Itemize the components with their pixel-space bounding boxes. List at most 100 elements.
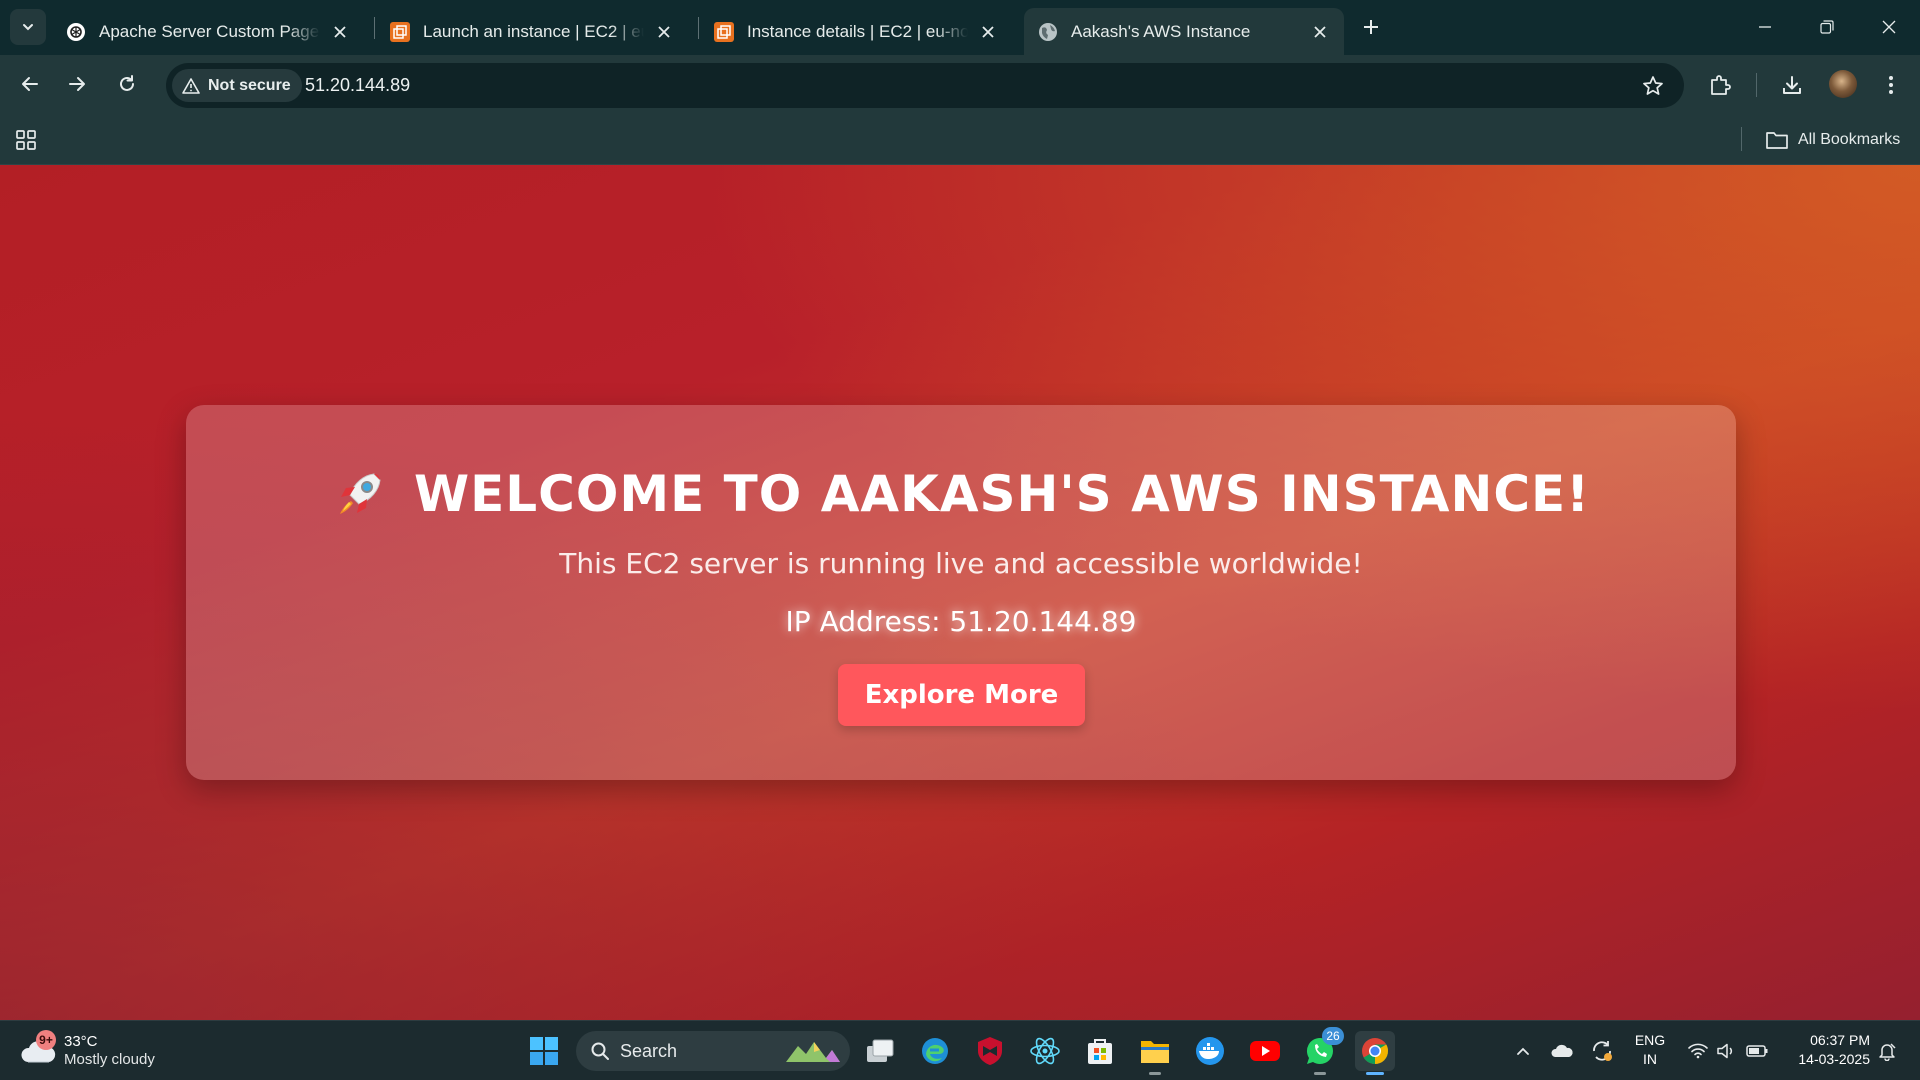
weather-text: 33°C Mostly cloudy bbox=[64, 1033, 155, 1069]
arrow-left-icon bbox=[22, 77, 38, 91]
search-highlight-icon bbox=[786, 1042, 840, 1062]
tab-title: Apache Server Custom Page bbox=[99, 21, 320, 41]
browser-toolbar: Not secure 51.20.144.89 bbox=[0, 55, 1920, 115]
chevron-down-icon bbox=[23, 24, 33, 31]
store-button[interactable] bbox=[1080, 1031, 1120, 1071]
globe-icon bbox=[1038, 22, 1058, 42]
whatsapp-notification-badge: 26 bbox=[1322, 1027, 1344, 1045]
minimize-button[interactable] bbox=[1735, 0, 1795, 54]
weather-condition: Mostly cloudy bbox=[64, 1051, 155, 1068]
mcafee-button[interactable] bbox=[970, 1031, 1010, 1071]
taskbar-search[interactable]: Search bbox=[576, 1031, 850, 1071]
wifi-status[interactable] bbox=[1684, 1021, 1712, 1080]
all-bookmarks-button[interactable]: All Bookmarks bbox=[1765, 127, 1900, 153]
star-icon bbox=[1643, 76, 1663, 95]
extensions-button[interactable] bbox=[1701, 66, 1739, 104]
edge-button[interactable] bbox=[915, 1031, 955, 1071]
forward-button[interactable] bbox=[58, 65, 96, 103]
profile-avatar[interactable] bbox=[1829, 70, 1857, 98]
react-icon bbox=[1030, 1037, 1060, 1065]
file-explorer-icon bbox=[1141, 1041, 1169, 1063]
close-window-button[interactable] bbox=[1859, 0, 1919, 54]
reload-icon bbox=[120, 75, 134, 91]
tab-title: Instance details | EC2 | eu-north-1 bbox=[747, 21, 968, 41]
task-view-icon bbox=[867, 1039, 894, 1062]
tab-title: Aakash's AWS Instance bbox=[1071, 21, 1251, 41]
mcafee-icon bbox=[978, 1037, 1002, 1065]
tab-launch-instance[interactable]: Launch an instance | EC2 | eu-north-1 bbox=[376, 8, 688, 55]
explore-more-button[interactable]: Explore More bbox=[838, 664, 1085, 726]
search-label: Search bbox=[620, 1040, 678, 1061]
store-icon bbox=[1088, 1039, 1112, 1064]
weather-widget[interactable]: 9+ 33°C Mostly cloudy bbox=[20, 1029, 155, 1073]
more-vertical-icon bbox=[1889, 76, 1893, 94]
language-line-2: IN bbox=[1643, 1051, 1657, 1067]
docker-button[interactable] bbox=[1190, 1031, 1230, 1071]
reload-button[interactable] bbox=[108, 65, 146, 103]
notification-bell-icon bbox=[1879, 1043, 1896, 1061]
clock-time: 06:37 PM bbox=[1810, 1032, 1870, 1048]
close-icon[interactable] bbox=[328, 20, 352, 44]
new-tab-button[interactable] bbox=[1356, 12, 1386, 42]
windows-taskbar: 9+ 33°C Mostly cloudy Search 26 ENG IN 0… bbox=[0, 1020, 1920, 1080]
close-icon[interactable] bbox=[652, 20, 676, 44]
close-icon[interactable] bbox=[1308, 20, 1332, 44]
aws-ec2-icon bbox=[714, 21, 734, 42]
security-chip[interactable]: Not secure bbox=[172, 69, 302, 102]
youtube-icon bbox=[1250, 1041, 1280, 1061]
tab-separator bbox=[698, 17, 699, 39]
bookmark-star-button[interactable] bbox=[1640, 73, 1666, 99]
edge-icon bbox=[922, 1038, 948, 1064]
file-explorer-button[interactable] bbox=[1135, 1031, 1175, 1075]
weather-badge: 9+ bbox=[36, 1030, 56, 1050]
puzzle-icon bbox=[1711, 75, 1731, 95]
task-view-button[interactable] bbox=[860, 1031, 900, 1071]
show-hidden-icons-button[interactable] bbox=[1508, 1021, 1538, 1080]
openai-icon bbox=[66, 22, 86, 42]
taskbar-clock[interactable]: 06:37 PM 14-03-2025 bbox=[1778, 1031, 1870, 1069]
language-indicator[interactable]: ENG IN bbox=[1628, 1031, 1672, 1069]
speaker-icon bbox=[1717, 1043, 1733, 1059]
weather-temperature: 33°C bbox=[64, 1033, 98, 1050]
warning-icon bbox=[182, 77, 200, 94]
volume-status[interactable] bbox=[1712, 1021, 1740, 1080]
start-button[interactable] bbox=[524, 1031, 564, 1071]
url-text[interactable]: 51.20.144.89 bbox=[305, 75, 410, 96]
toolbar-divider bbox=[1756, 73, 1757, 97]
youtube-button[interactable] bbox=[1245, 1031, 1285, 1071]
react-app-button[interactable] bbox=[1025, 1031, 1065, 1071]
chevron-up-icon bbox=[1517, 1047, 1529, 1055]
battery-status[interactable] bbox=[1742, 1021, 1772, 1080]
rocket-icon bbox=[332, 466, 388, 522]
close-icon[interactable] bbox=[976, 20, 1000, 44]
heading-text: WELCOME TO AAKASH'S AWS INSTANCE! bbox=[413, 465, 1591, 523]
plus-icon bbox=[1364, 20, 1378, 34]
sync-button[interactable] bbox=[1586, 1021, 1618, 1080]
whatsapp-button[interactable]: 26 bbox=[1300, 1027, 1344, 1075]
app-running-indicator bbox=[1314, 1072, 1326, 1075]
restore-button[interactable] bbox=[1797, 0, 1857, 54]
chrome-icon bbox=[1362, 1038, 1389, 1065]
downloads-button[interactable] bbox=[1773, 66, 1811, 104]
battery-icon bbox=[1746, 1045, 1768, 1057]
wifi-icon bbox=[1688, 1043, 1708, 1059]
minimize-icon bbox=[1759, 26, 1771, 28]
sync-icon bbox=[1593, 1041, 1612, 1061]
docker-icon bbox=[1196, 1037, 1224, 1065]
apps-grid-icon[interactable] bbox=[14, 128, 38, 152]
back-button[interactable] bbox=[11, 65, 49, 103]
chrome-button[interactable] bbox=[1355, 1031, 1395, 1075]
tab-search-button[interactable] bbox=[10, 9, 46, 45]
bookmarks-divider bbox=[1741, 127, 1742, 151]
notifications-button[interactable] bbox=[1872, 1021, 1902, 1080]
tab-aakash-aws-instance[interactable]: Aakash's AWS Instance bbox=[1024, 8, 1344, 55]
onedrive-button[interactable] bbox=[1546, 1021, 1578, 1080]
tab-instance-details[interactable]: Instance details | EC2 | eu-north-1 bbox=[700, 8, 1012, 55]
tab-apache-custom-page[interactable]: Apache Server Custom Page bbox=[52, 8, 364, 55]
onedrive-icon bbox=[1551, 1044, 1573, 1057]
address-bar[interactable]: Not secure 51.20.144.89 bbox=[166, 63, 1684, 108]
folder-icon bbox=[1765, 130, 1789, 150]
browser-menu-button[interactable] bbox=[1872, 66, 1910, 104]
arrow-right-icon bbox=[69, 77, 85, 91]
cloud-icon: 9+ bbox=[20, 1030, 56, 1066]
